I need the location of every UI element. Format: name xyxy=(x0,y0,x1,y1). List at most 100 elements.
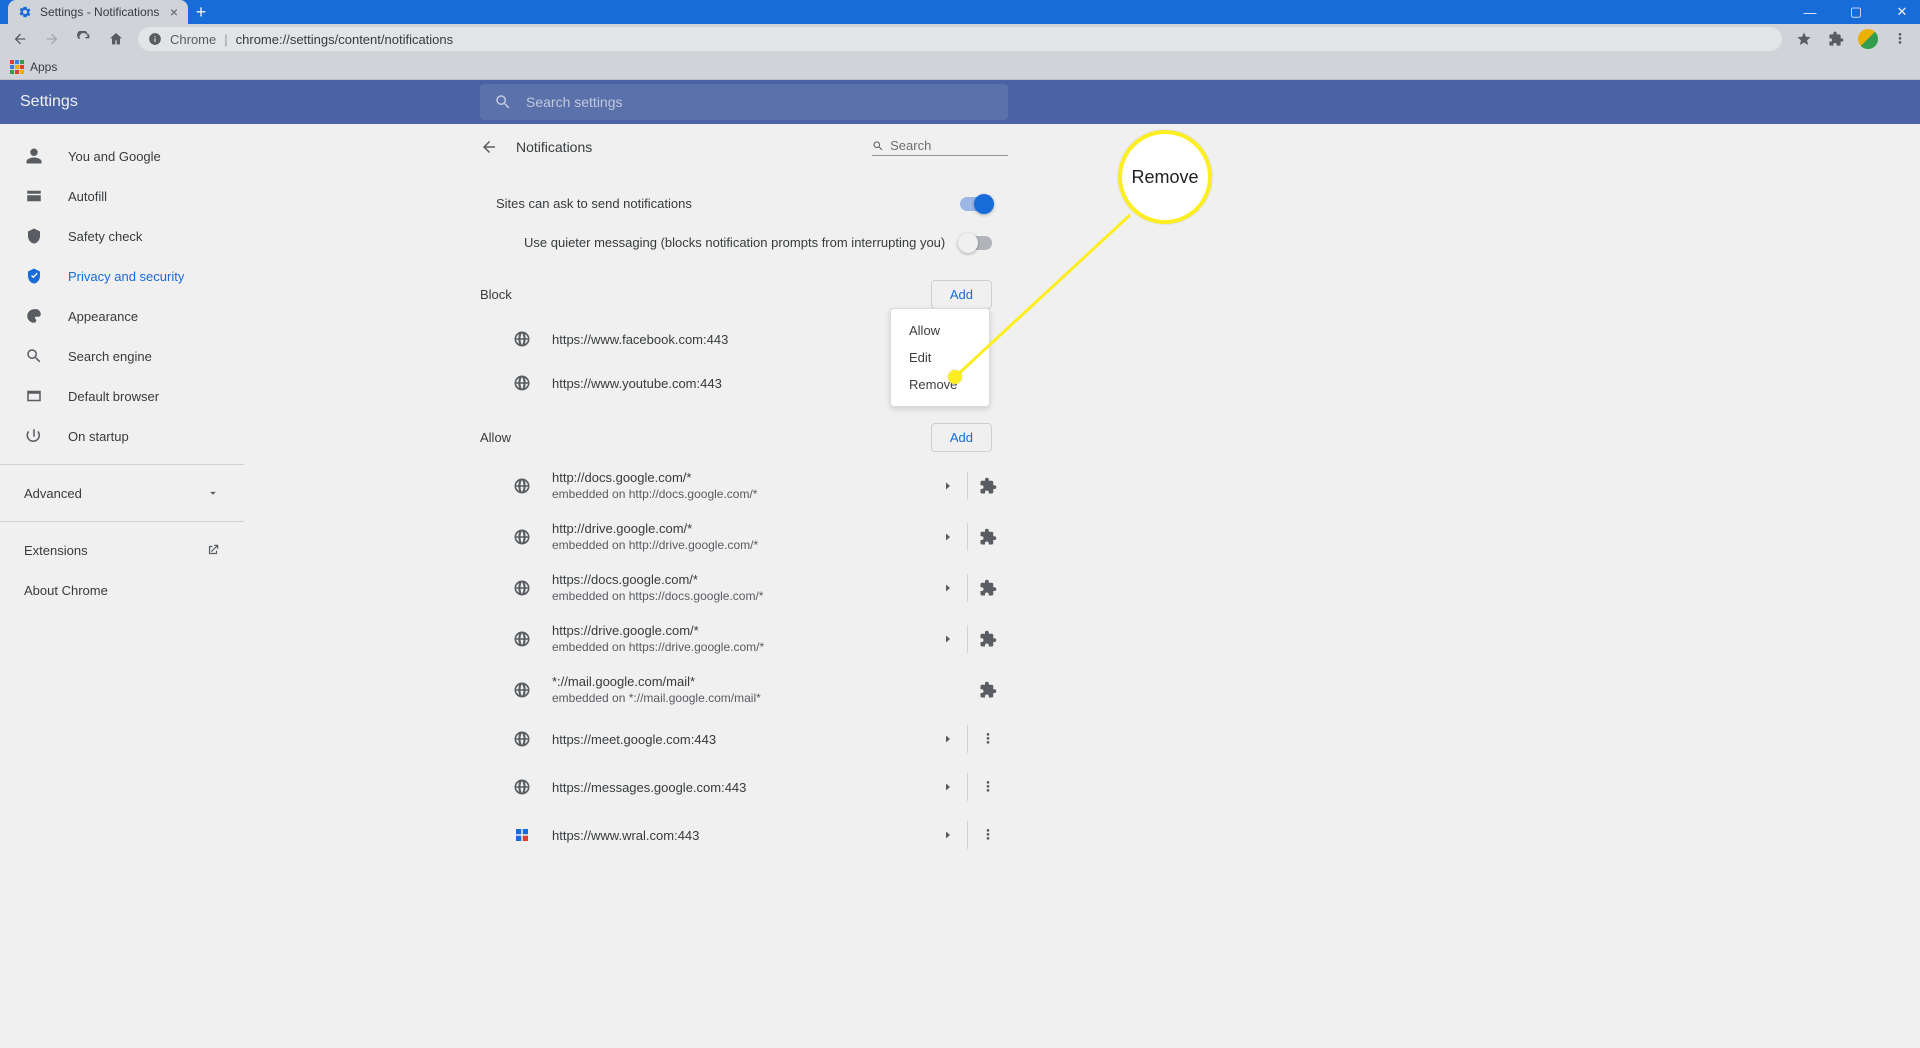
reload-button[interactable] xyxy=(74,29,94,49)
window-close-button[interactable]: ✕ xyxy=(1888,2,1916,22)
globe-icon xyxy=(512,579,532,597)
security-icon xyxy=(24,267,44,285)
tab-title: Settings - Notifications xyxy=(40,5,159,19)
allow-site-row: http://docs.google.com/*embedded on http… xyxy=(480,460,1008,511)
sidebar-item-safety[interactable]: Safety check xyxy=(0,216,244,256)
caret-right-icon[interactable] xyxy=(928,821,968,849)
globe-icon xyxy=(512,681,532,699)
caret-right-icon[interactable] xyxy=(928,773,968,801)
sidebar-item-default-browser[interactable]: Default browser xyxy=(0,376,244,416)
allow-site-row: *://mail.google.com/mail*embedded on *:/… xyxy=(480,664,1008,715)
site-embed: embedded on https://drive.google.com/* xyxy=(552,640,928,654)
forward-button[interactable] xyxy=(42,29,62,49)
site-url: https://docs.google.com/* xyxy=(552,572,928,587)
caret-right-icon[interactable] xyxy=(928,472,968,500)
sidebar-item-privacy[interactable]: Privacy and security xyxy=(0,256,244,296)
site-url: http://drive.google.com/* xyxy=(552,521,928,536)
site-url: https://meet.google.com:443 xyxy=(552,732,928,747)
sidebar-item-startup[interactable]: On startup xyxy=(0,416,244,456)
open-external-icon xyxy=(206,543,220,557)
settings-search[interactable]: Search settings xyxy=(480,84,1008,120)
browser-toolbar: Chrome | chrome://settings/content/notif… xyxy=(0,24,1920,54)
globe-icon xyxy=(512,477,532,495)
sidebar-about[interactable]: About Chrome xyxy=(0,570,244,610)
allow-site-row: https://docs.google.com/* embedded on htt… xyxy=(480,562,1008,613)
tab-close-icon[interactable]: × xyxy=(170,4,178,20)
person-icon xyxy=(24,147,44,165)
allow-section-label: Allow xyxy=(480,430,511,445)
notifications-panel: Notifications Sites can ask to send noti… xyxy=(480,124,1008,1048)
extension-icon xyxy=(968,528,1008,546)
apps-icon[interactable] xyxy=(10,60,24,74)
allow-site-row: https://messages.google.com:443 xyxy=(480,763,1008,811)
site-embed: embedded on https://docs.google.com/* xyxy=(552,589,928,603)
appearance-icon xyxy=(24,307,44,325)
browser-menu-icon[interactable] xyxy=(1890,29,1910,49)
sidebar-advanced[interactable]: Advanced xyxy=(0,473,244,513)
panel-search-input[interactable] xyxy=(890,138,1008,153)
context-allow[interactable]: Allow xyxy=(891,317,989,344)
browser-chrome: Settings - Notifications × + — ▢ ✕ Chrom… xyxy=(0,0,1920,80)
extension-icon xyxy=(968,630,1008,648)
extension-icon xyxy=(968,579,1008,597)
settings-title: Settings xyxy=(20,93,78,111)
back-arrow-icon[interactable] xyxy=(480,138,498,156)
sidebar-item-search-engine[interactable]: Search engine xyxy=(0,336,244,376)
more-menu-icon[interactable] xyxy=(968,779,1008,795)
toggle-sites-ask: Sites can ask to send notifications xyxy=(480,184,1008,223)
sidebar-item-you-google[interactable]: You and Google xyxy=(0,136,244,176)
site-url: http://docs.google.com/* xyxy=(552,470,928,485)
globe-icon xyxy=(512,730,532,748)
new-tab-button[interactable]: + xyxy=(188,0,214,24)
sidebar-extensions[interactable]: Extensions xyxy=(0,530,244,570)
address-bar[interactable]: Chrome | chrome://settings/content/notif… xyxy=(138,27,1782,51)
globe-icon xyxy=(512,528,532,546)
window-maximize-button[interactable]: ▢ xyxy=(1842,2,1870,22)
allow-site-row: http://drive.google.com/*embedded on htt… xyxy=(480,511,1008,562)
toggle-quiet-switch[interactable] xyxy=(960,236,992,250)
shield-icon xyxy=(24,227,44,245)
more-menu-icon[interactable] xyxy=(968,731,1008,747)
search-placeholder: Search settings xyxy=(526,94,623,110)
window-minimize-button[interactable]: — xyxy=(1796,2,1824,22)
callout-circle: Remove xyxy=(1118,130,1212,224)
caret-right-icon[interactable] xyxy=(928,625,968,653)
url-origin: Chrome xyxy=(170,32,216,47)
settings-favicon xyxy=(18,5,32,19)
more-menu-icon[interactable] xyxy=(968,827,1008,843)
allow-add-button[interactable]: Add xyxy=(931,423,992,452)
browser-tab[interactable]: Settings - Notifications × xyxy=(8,0,188,24)
profile-avatar[interactable] xyxy=(1858,29,1878,49)
globe-icon xyxy=(512,374,532,392)
caret-right-icon[interactable] xyxy=(928,725,968,753)
caret-right-icon[interactable] xyxy=(928,523,968,551)
autofill-icon xyxy=(24,187,44,205)
back-button[interactable] xyxy=(10,29,30,49)
settings-sidebar: You and Google Autofill Safety check Pri… xyxy=(0,124,244,1048)
search-icon xyxy=(494,93,512,111)
allow-site-row: https://drive.google.com/*embedded on ht… xyxy=(480,613,1008,664)
block-add-button[interactable]: Add xyxy=(931,280,992,309)
block-section-label: Block xyxy=(480,287,512,302)
home-button[interactable] xyxy=(106,29,126,49)
caret-right-icon[interactable] xyxy=(928,574,968,602)
context-remove[interactable]: Remove xyxy=(891,371,989,398)
extension-icon xyxy=(968,477,1008,495)
startup-icon xyxy=(24,427,44,445)
site-context-menu: Allow Edit Remove xyxy=(890,308,990,407)
panel-search[interactable] xyxy=(872,138,1008,156)
sidebar-item-autofill[interactable]: Autofill xyxy=(0,176,244,216)
tab-strip: Settings - Notifications × + — ▢ ✕ xyxy=(0,0,1920,24)
extensions-icon[interactable] xyxy=(1826,29,1846,49)
bookmark-star-icon[interactable] xyxy=(1794,29,1814,49)
site-url: https://messages.google.com:443 xyxy=(552,780,928,795)
chevron-down-icon xyxy=(206,486,220,500)
site-url: https://www.wral.com:443 xyxy=(552,828,928,843)
callout-text: Remove xyxy=(1131,167,1198,188)
sidebar-item-appearance[interactable]: Appearance xyxy=(0,296,244,336)
window-controls: — ▢ ✕ xyxy=(1796,2,1916,22)
globe-icon xyxy=(512,330,532,348)
toggle-sites-ask-switch[interactable] xyxy=(960,197,992,211)
apps-label[interactable]: Apps xyxy=(30,60,57,74)
context-edit[interactable]: Edit xyxy=(891,344,989,371)
